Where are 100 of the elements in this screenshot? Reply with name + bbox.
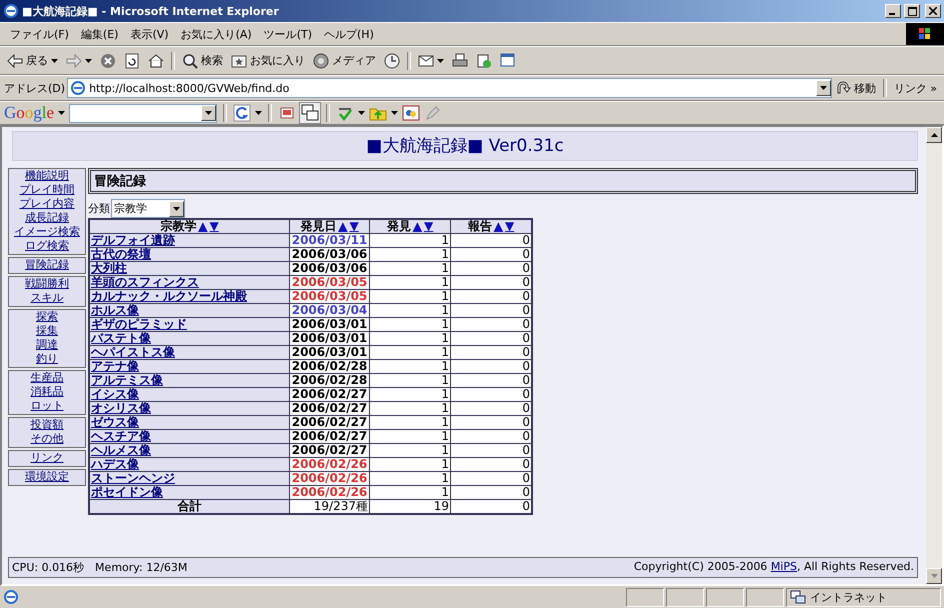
- nav-link[interactable]: 消耗品: [30, 385, 64, 399]
- sort-ascending-link[interactable]: ▲: [338, 219, 348, 233]
- nav-link[interactable]: 成長記録: [25, 211, 69, 225]
- date-text: 2006/03/05: [292, 289, 368, 303]
- table-cell: 1: [370, 318, 450, 332]
- section-title: 冒険記録: [88, 168, 918, 194]
- media-button[interactable]: メディア: [310, 52, 379, 70]
- nav-link[interactable]: プレイ時間: [20, 183, 74, 197]
- address-label: アドレス(D): [4, 80, 66, 96]
- address-field[interactable]: http://localhost:8000/GVWeb/find.do: [67, 78, 832, 98]
- date-text: 2006/03/04: [292, 303, 368, 317]
- zone-text: イントラネット: [810, 590, 887, 604]
- highlight-icon[interactable]: [402, 104, 420, 122]
- back-arrow-icon: [7, 54, 23, 68]
- menu-item[interactable]: ツール(T): [258, 26, 318, 42]
- nav-link[interactable]: 戦闘勝利: [25, 277, 69, 291]
- place-link[interactable]: 大列柱: [91, 261, 127, 275]
- category-select[interactable]: 宗教学: [111, 199, 185, 218]
- caret-icon: [205, 110, 212, 114]
- table-cell: 0: [450, 276, 532, 290]
- table-cell: 1: [370, 388, 450, 402]
- table-cell: 1: [370, 248, 450, 262]
- popup-blocker-icon[interactable]: [300, 103, 320, 123]
- search-field[interactable]: [69, 104, 218, 122]
- dropdown-button[interactable]: [816, 80, 831, 96]
- search-icon: [182, 52, 198, 68]
- table-cell: 0: [450, 500, 532, 514]
- caret-icon: [820, 86, 827, 90]
- go-button[interactable]: 移動: [834, 80, 879, 96]
- status-pane: [666, 588, 704, 606]
- nav-link[interactable]: 冒険記録: [25, 258, 69, 272]
- table-cell: 0: [450, 458, 532, 472]
- nav-link[interactable]: 採集: [36, 324, 58, 338]
- table-cell: 1: [370, 234, 450, 248]
- sort-descending-link[interactable]: ▼: [210, 219, 219, 233]
- table-cell: 0: [450, 304, 532, 318]
- date-text: 2006/02/28: [292, 359, 368, 373]
- table-cell: 1: [370, 444, 450, 458]
- page-icon: [3, 589, 19, 605]
- favorites-button[interactable]: お気に入り: [228, 52, 308, 69]
- dropdown-button[interactable]: [201, 104, 216, 120]
- menu-item[interactable]: 編集(E): [74, 26, 124, 42]
- date-text: 2006/02/26: [292, 457, 368, 471]
- nav-link[interactable]: スキル: [30, 291, 64, 305]
- caret-icon[interactable]: [255, 111, 262, 115]
- table-cell: 19: [370, 500, 450, 514]
- author-link[interactable]: MiPS: [770, 560, 797, 573]
- scroll-up-button[interactable]: [926, 127, 942, 143]
- nav-link[interactable]: 生産品: [30, 371, 64, 385]
- caret-icon[interactable]: [391, 111, 398, 115]
- nav-link[interactable]: リンク: [30, 451, 64, 465]
- nav-link[interactable]: ログ検索: [25, 239, 69, 253]
- sort-descending-link[interactable]: ▼: [505, 219, 514, 233]
- column-header: 報告: [468, 219, 492, 233]
- nav-link[interactable]: 機能説明: [25, 169, 69, 183]
- search-button[interactable]: 検索: [179, 52, 226, 70]
- nav-link[interactable]: 環境設定: [25, 470, 69, 484]
- scroll-down-button[interactable]: [926, 568, 942, 584]
- table-cell: 1: [370, 276, 450, 290]
- date-text: 2006/02/27: [292, 443, 368, 457]
- nav-link[interactable]: 探索: [36, 310, 58, 324]
- nav-link[interactable]: プレイ内容: [20, 197, 74, 211]
- menu-item[interactable]: 表示(V): [124, 26, 175, 42]
- caret-icon[interactable]: [58, 111, 66, 115]
- links-button[interactable]: リンク »: [890, 80, 940, 96]
- scrollbar[interactable]: [926, 127, 942, 584]
- table-cell: 1: [370, 346, 450, 360]
- nav-link[interactable]: 投資額: [30, 418, 64, 432]
- date-text: 2006/02/26: [292, 485, 368, 499]
- search-icon[interactable]: [233, 104, 252, 122]
- date-text: 2006/03/06: [292, 261, 368, 275]
- sort-ascending-link[interactable]: ▲: [412, 219, 422, 233]
- table-cell: 1: [370, 262, 450, 276]
- down-arrow-icon: [930, 574, 938, 578]
- nav-link[interactable]: イメージ検索: [14, 225, 80, 239]
- table-cell: 1: [370, 374, 450, 388]
- minimize-button[interactable]: [885, 4, 901, 18]
- sort-descending-link[interactable]: ▼: [350, 219, 359, 233]
- table-cell: 0: [450, 248, 532, 262]
- maximize-button[interactable]: [904, 4, 920, 18]
- google-logo[interactable]: Google: [4, 103, 54, 123]
- column-header: 発見日: [300, 219, 336, 233]
- nav-link[interactable]: ロット: [30, 399, 64, 413]
- table-cell: 1: [370, 290, 450, 304]
- close-button[interactable]: [925, 4, 941, 18]
- back-button[interactable]: 戻る: [4, 52, 61, 69]
- nav-link[interactable]: 釣り: [36, 352, 58, 366]
- sort-ascending-link[interactable]: ▲: [494, 219, 503, 233]
- maximize-icon: [908, 6, 916, 16]
- column-header: 発見: [386, 219, 411, 233]
- sort-descending-link[interactable]: ▼: [424, 219, 434, 233]
- menu-item[interactable]: ヘルプ(H): [318, 26, 380, 42]
- nav-link[interactable]: その他: [30, 432, 64, 446]
- menu-item[interactable]: お気に入り(A): [174, 26, 258, 42]
- menu-item[interactable]: ファイル(F): [4, 26, 75, 42]
- nav-link[interactable]: 調達: [36, 338, 58, 352]
- date-text: 2006/03/05: [292, 275, 368, 289]
- clock-icon: [384, 52, 400, 68]
- caret-icon[interactable]: [358, 111, 366, 115]
- sort-ascending-link[interactable]: ▲: [198, 219, 208, 233]
